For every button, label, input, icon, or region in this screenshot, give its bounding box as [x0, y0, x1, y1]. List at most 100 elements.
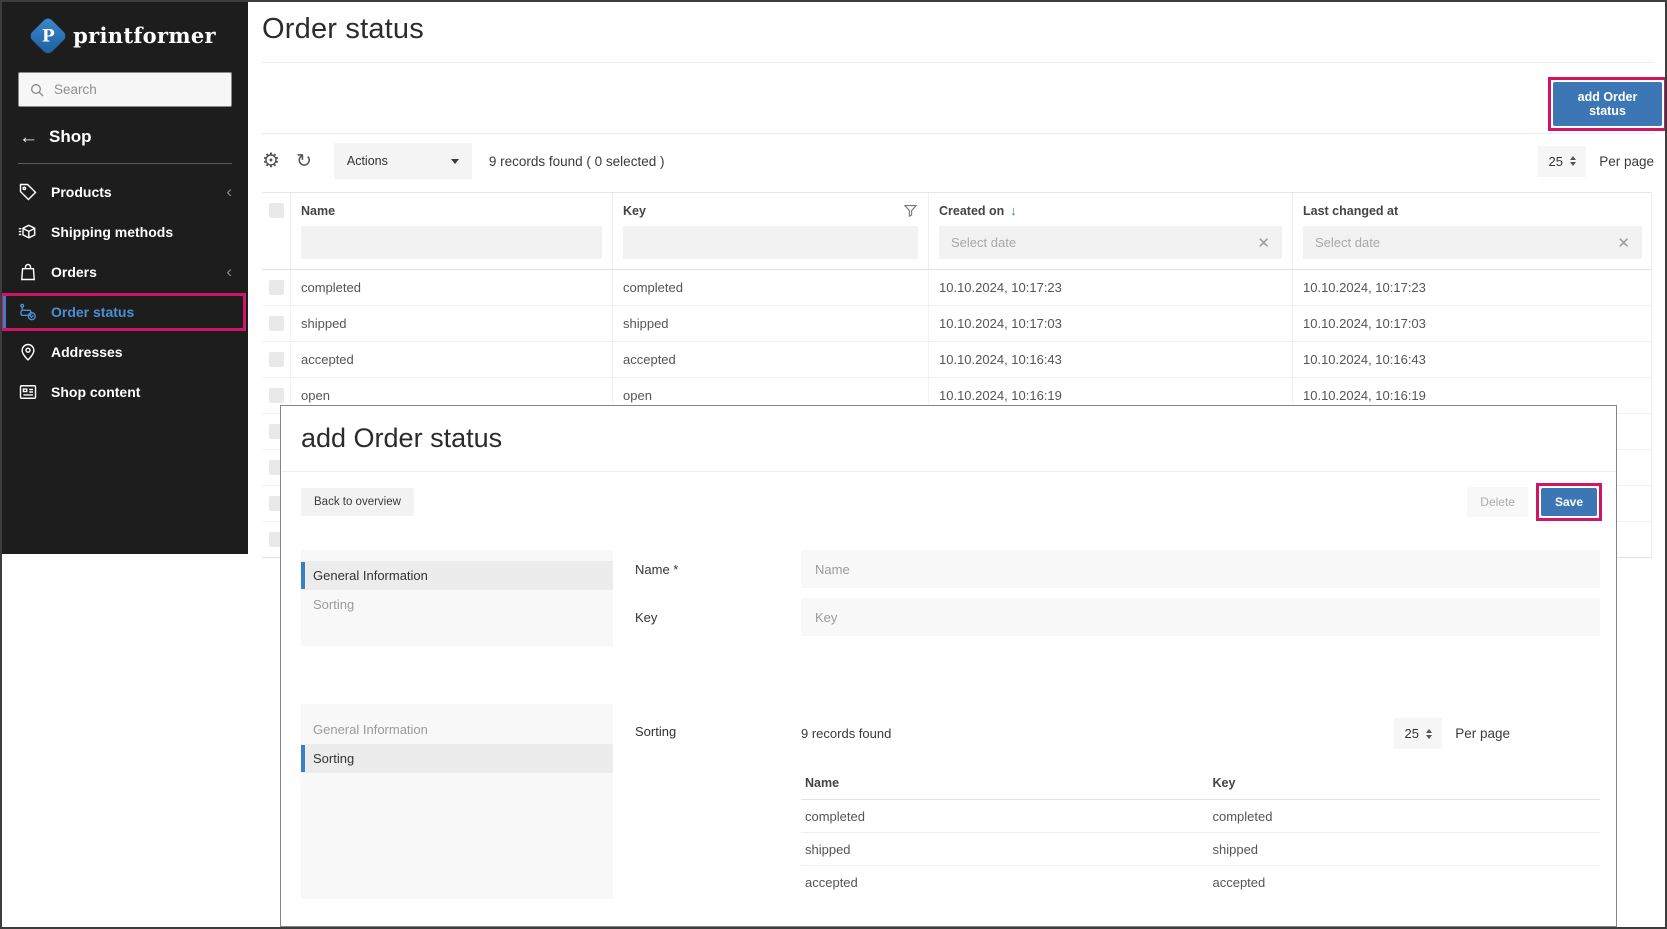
- back-to-overview-button[interactable]: Back to overview: [301, 488, 414, 516]
- dialog-title: add Order status: [301, 421, 1596, 456]
- table-row[interactable]: shipped shipped 10.10.2024, 10:17:03 10.…: [262, 306, 1651, 342]
- save-button[interactable]: Save: [1541, 488, 1597, 516]
- table-row[interactable]: completed completed 10.10.2024, 10:17:23…: [262, 270, 1651, 306]
- clear-date-icon[interactable]: ✕: [1617, 234, 1630, 252]
- sidebar-item-addresses[interactable]: Addresses: [2, 332, 248, 372]
- row-checkbox[interactable]: [269, 316, 284, 331]
- cell-key: accepted: [612, 342, 928, 377]
- sorting-table-row[interactable]: shipped shipped: [801, 833, 1600, 866]
- records-found-text: 9 records found ( 0 selected ): [489, 154, 665, 169]
- cell-name: shipped: [290, 306, 612, 341]
- cell-key: shipped: [612, 306, 928, 341]
- cell-last-changed: 10.10.2024, 10:17:23: [1292, 270, 1652, 305]
- tab-sorting[interactable]: Sorting: [301, 744, 613, 773]
- sidebar-divider: [18, 163, 232, 164]
- per-page-label: Per page: [1599, 154, 1654, 169]
- select-date-placeholder: Select date: [951, 235, 1016, 250]
- gear-icon[interactable]: ⚙: [262, 151, 280, 171]
- tab-sorting[interactable]: Sorting: [301, 590, 613, 619]
- table-row[interactable]: accepted accepted 10.10.2024, 10:16:43 1…: [262, 342, 1651, 378]
- sorting-table-row[interactable]: completed completed: [801, 800, 1600, 833]
- row-checkbox[interactable]: [269, 352, 284, 367]
- cell-created-on: 10.10.2024, 10:17:23: [928, 270, 1292, 305]
- printformer-logo-icon: P: [28, 16, 68, 56]
- sidebar-item-label: Shop content: [51, 384, 140, 400]
- dialog-button-row: Back to overview Delete Save: [301, 487, 1602, 517]
- last-changed-date-filter[interactable]: Select date ✕: [1303, 226, 1642, 259]
- sort-descending-icon[interactable]: ↓: [1010, 203, 1017, 218]
- cell-last-changed: 10.10.2024, 10:17:03: [1292, 306, 1652, 341]
- sidebar-item-label: Order status: [51, 304, 134, 320]
- sidebar-item-products[interactable]: Products ‹: [2, 172, 248, 212]
- back-to-shop[interactable]: ← Shop: [2, 127, 248, 147]
- sorting-field-label: Sorting: [635, 704, 801, 899]
- cell-key: completed: [612, 270, 928, 305]
- sorting-records-text: 9 records found: [801, 726, 891, 741]
- key-filter-input[interactable]: [623, 226, 918, 259]
- sidebar-item-shop-content[interactable]: Shop content: [2, 372, 248, 412]
- header-created-on: Created on ↓ Select date ✕: [928, 193, 1292, 269]
- toolbar-divider: [262, 133, 1654, 134]
- spinner-arrows-icon: [1426, 729, 1432, 739]
- row-checkbox[interactable]: [269, 388, 284, 403]
- select-all-checkbox[interactable]: [269, 203, 284, 218]
- shop-content-icon: [18, 382, 38, 402]
- tab-general-information[interactable]: General Information: [301, 561, 613, 590]
- actions-dropdown[interactable]: Actions: [334, 143, 472, 179]
- caret-down-icon: [451, 159, 459, 164]
- cell-name: accepted: [290, 342, 612, 377]
- search-input[interactable]: Search: [18, 72, 232, 107]
- name-field-label: Name *: [635, 550, 801, 588]
- sidebar-item-shipping-methods[interactable]: Shipping methods: [2, 212, 248, 252]
- annotation-box-save-button: Save: [1536, 483, 1602, 521]
- column-label-key[interactable]: Key: [623, 204, 646, 218]
- map-pin-icon: [18, 342, 38, 362]
- cell-created-on: 10.10.2024, 10:16:43: [928, 342, 1292, 377]
- annotation-box-add-button: add Order status: [1548, 77, 1667, 131]
- brand-name: printformer: [73, 23, 216, 48]
- filter-funnel-icon[interactable]: [903, 203, 918, 218]
- header-name: Name: [290, 193, 612, 269]
- search-placeholder: Search: [54, 82, 97, 97]
- key-placeholder: Key: [815, 610, 837, 625]
- sorting-panel: 9 records found 25 Per page Name Key com…: [801, 704, 1600, 899]
- sorting-table-row[interactable]: accepted accepted: [801, 866, 1600, 899]
- column-label-name[interactable]: Name: [301, 204, 335, 218]
- sidebar: P printformer Search ← Shop Products ‹ S…: [2, 2, 248, 554]
- delete-button[interactable]: Delete: [1467, 487, 1528, 517]
- sorting-cell-key: completed: [1208, 800, 1600, 832]
- general-information-section: General Information Sorting Name * Name …: [281, 550, 1616, 646]
- table-header-row: Name Key Created on ↓ Select date ✕ Last …: [262, 193, 1651, 270]
- clear-date-icon[interactable]: ✕: [1257, 234, 1270, 252]
- dialog-divider: [281, 471, 1616, 472]
- key-field-label: Key: [635, 598, 801, 636]
- sorting-column-name: Name: [801, 776, 1208, 790]
- created-on-date-filter[interactable]: Select date ✕: [939, 226, 1282, 259]
- tab-general-information[interactable]: General Information: [301, 715, 613, 744]
- sorting-cell-key: shipped: [1208, 833, 1600, 865]
- row-checkbox[interactable]: [269, 280, 284, 295]
- per-page-select[interactable]: 25: [1538, 146, 1586, 177]
- sidebar-item-label: Shipping methods: [51, 224, 173, 240]
- sidebar-item-order-status[interactable]: Order status: [2, 292, 248, 332]
- column-label-last-changed[interactable]: Last changed at: [1303, 204, 1398, 218]
- sorting-per-page-select[interactable]: 25: [1394, 718, 1442, 749]
- back-arrow-icon: ←: [19, 128, 38, 147]
- key-field[interactable]: Key: [801, 598, 1600, 636]
- add-order-status-button[interactable]: add Order status: [1553, 82, 1662, 126]
- order-status-icon: [18, 302, 38, 322]
- search-icon: [29, 82, 45, 98]
- sorting-table: Name Key completed completed shipped shi…: [801, 776, 1600, 899]
- sidebar-item-orders[interactable]: Orders ‹: [2, 252, 248, 292]
- refresh-icon[interactable]: ↻: [296, 152, 312, 171]
- name-field[interactable]: Name: [801, 550, 1600, 588]
- header-divider: [262, 62, 1654, 63]
- sidebar-nav: Products ‹ Shipping methods Orders ‹ Ord…: [2, 172, 248, 412]
- sorting-per-page-label: Per page: [1455, 726, 1510, 741]
- name-filter-input[interactable]: [301, 226, 602, 259]
- sorting-cell-name: shipped: [801, 833, 1208, 865]
- cell-last-changed: 10.10.2024, 10:16:43: [1292, 342, 1652, 377]
- sorting-cell-key: accepted: [1208, 866, 1600, 899]
- column-label-created-on[interactable]: Created on: [939, 204, 1004, 218]
- section-tabs: General Information Sorting: [301, 704, 613, 899]
